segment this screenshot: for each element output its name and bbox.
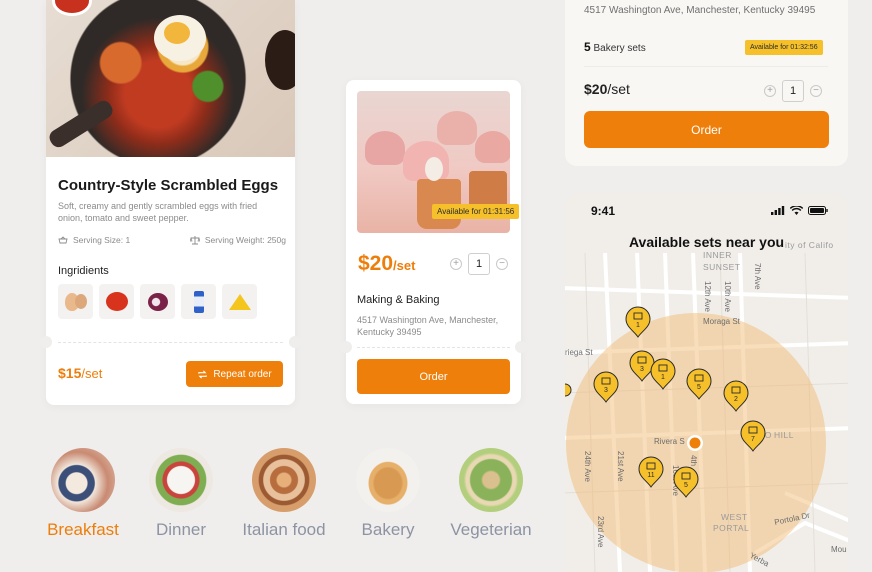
quantity-value[interactable]: 1 <box>468 253 490 275</box>
street-label: 4th <box>689 455 698 466</box>
ingredients-list <box>58 284 257 319</box>
pin-count: 2 <box>734 396 738 403</box>
pin-count: 1 <box>661 374 665 381</box>
bakery-address: 4517 Washington Ave, Manchester, Kentuck… <box>357 315 499 337</box>
minus-icon[interactable]: − <box>810 85 822 97</box>
category-vegeterian[interactable]: Vegeterian <box>446 448 536 540</box>
salad-image <box>459 448 523 512</box>
bakery-price: $20/set <box>358 252 416 275</box>
availability-tag: Available for 01:32:56 <box>745 40 823 55</box>
map-screen[interactable]: INNER SUNSET 12th Ave 10th Ave 7th Ave M… <box>565 193 848 572</box>
category-label: Dinner <box>155 520 207 539</box>
recipe-photo <box>46 0 295 157</box>
pin-count: 1 <box>636 322 640 329</box>
street-label: Mou <box>831 545 847 554</box>
map-title: Available sets near you <box>628 234 785 250</box>
battery-icon <box>808 206 828 215</box>
bowl-icon <box>58 236 68 244</box>
street-label: 21st Ave <box>616 451 625 482</box>
pizza-image <box>252 448 316 512</box>
minus-icon[interactable]: − <box>496 258 508 270</box>
pin-count: 11 <box>647 472 654 479</box>
breakfast-image <box>51 448 115 512</box>
croissant-image <box>356 448 420 512</box>
street-label: 10th Ave <box>723 281 732 313</box>
street-label: riega St <box>565 348 593 357</box>
bakery-set-card[interactable]: 4517 Washington Ave, Manchester, Kentuck… <box>565 0 848 166</box>
set-count: 5 Bakery sets <box>584 40 646 54</box>
category-label: Bakery <box>361 520 415 539</box>
order-button[interactable]: Order <box>357 359 510 394</box>
street-label: 24th Ave <box>583 451 592 483</box>
dinner-image <box>149 448 213 512</box>
repeat-icon <box>198 369 208 379</box>
wifi-icon <box>790 206 803 215</box>
quantity-stepper[interactable]: + 1 − <box>450 253 508 275</box>
category-label: Breakfast <box>47 520 119 539</box>
tomato-icon <box>99 284 134 319</box>
category-dinner[interactable]: Dinner <box>136 448 226 540</box>
pin-count: 3 <box>640 366 644 373</box>
milk-icon <box>181 284 216 319</box>
set-price: $20/set <box>584 81 630 97</box>
category-label: Italian food <box>242 520 326 539</box>
onion-icon <box>140 284 175 319</box>
plus-icon[interactable]: + <box>764 85 776 97</box>
recipe-card[interactable]: Country-Style Scrambled Eggs Soft, cream… <box>40 0 301 405</box>
category-italian-food[interactable]: Italian food <box>239 448 329 540</box>
pin-count: 5 <box>697 384 701 391</box>
set-address: 4517 Washington Ave, Manchester, Kentuck… <box>584 5 816 16</box>
street-label: Rivera S <box>654 437 685 446</box>
serving-size: Serving Size: 1 <box>58 235 130 245</box>
category-bakery[interactable]: Bakery <box>343 448 433 540</box>
ingredients-label: Ingridients <box>58 265 109 277</box>
recipe-description: Soft, creamy and gently scrambled eggs w… <box>58 201 258 223</box>
egg-icon <box>58 284 93 319</box>
district-label: SUNSET <box>703 262 740 272</box>
cheese-icon <box>222 284 257 319</box>
signal-icon <box>771 206 785 215</box>
district-label: HILL <box>774 430 794 440</box>
street-label: 23rd Ave <box>596 516 605 548</box>
quantity-stepper[interactable]: + 1 − <box>764 80 822 102</box>
order-button[interactable]: Order <box>584 111 829 148</box>
district-label: PORTAL <box>713 523 749 533</box>
recipe-title: Country-Style Scrambled Eggs <box>58 177 279 194</box>
category-label: Vegeterian <box>450 520 532 539</box>
status-time: 9:41 <box>591 204 616 218</box>
street-label: 12th Ave <box>703 281 712 313</box>
plus-icon[interactable]: + <box>450 258 462 270</box>
availability-tag: Available for 01:31:56 <box>432 204 520 219</box>
district-label: WEST <box>721 512 748 522</box>
pin-count: 3 <box>604 387 608 394</box>
district-label: INNER <box>703 250 732 260</box>
scale-icon <box>189 236 200 245</box>
bakery-card[interactable]: Available for 01:31:56 $20/set + 1 − Mak… <box>340 80 527 404</box>
repeat-order-button[interactable]: Repeat order <box>186 361 283 387</box>
bakery-name: Making & Baking <box>357 294 440 306</box>
pin-count: 5 <box>684 482 688 489</box>
pin-count: 7 <box>751 436 755 443</box>
recipe-price: $15/set <box>58 365 103 381</box>
category-breakfast[interactable]: Breakfast <box>38 448 128 540</box>
street-label: 7th Ave <box>753 263 762 290</box>
street-label: Moraga St <box>703 317 741 326</box>
quantity-value[interactable]: 1 <box>782 80 804 102</box>
serving-weight: Serving Weight: 250g <box>189 235 286 245</box>
status-icons <box>771 206 828 215</box>
